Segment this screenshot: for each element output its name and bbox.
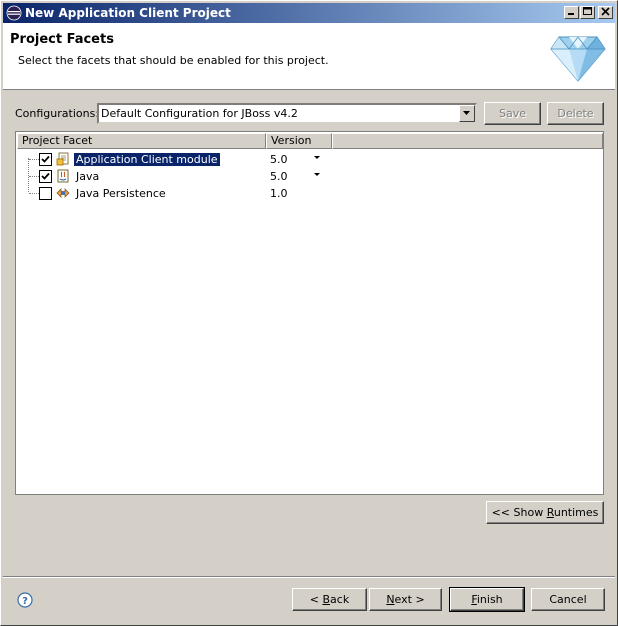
facet-version: 1.0: [270, 187, 288, 200]
facet-row[interactable]: Java Persistence 1.0: [16, 184, 603, 201]
show-runtimes-button[interactable]: << Show Runtimes: [486, 501, 604, 524]
facet-name: Java: [76, 170, 100, 183]
show-runtimes-mnemonic: R: [546, 506, 554, 519]
configurations-label: Configurations:: [15, 107, 100, 120]
facet-checkbox[interactable]: [39, 170, 52, 183]
tree-line: [29, 193, 39, 194]
back-label: <: [309, 593, 323, 606]
eclipse-icon: [6, 5, 22, 21]
help-icon[interactable]: ?: [17, 592, 33, 608]
next-mnemonic: N: [386, 593, 395, 606]
version-dropdown-icon[interactable]: [314, 156, 320, 160]
facet-gem-icon: [550, 36, 606, 82]
close-icon: [601, 7, 610, 16]
persistence-icon: [56, 188, 70, 198]
finish-button[interactable]: Finish: [449, 587, 525, 612]
delete-button[interactable]: Delete: [547, 102, 604, 125]
save-button[interactable]: Save: [484, 102, 541, 125]
facet-name: Application Client module: [73, 152, 221, 167]
facet-row[interactable]: Java 5.0: [16, 167, 603, 184]
title-bar[interactable]: New Application Client Project: [3, 3, 615, 23]
version-dropdown-icon[interactable]: [314, 173, 320, 177]
configurations-value: Default Configuration for JBoss v4.2: [101, 107, 298, 120]
column-header-facet[interactable]: Project Facet: [17, 133, 266, 149]
show-runtimes-label: << Show: [491, 506, 547, 519]
facet-version: 5.0: [270, 170, 288, 183]
checkmark-icon: [41, 172, 50, 180]
app-client-module-icon: [56, 152, 69, 166]
svg-text:?: ?: [22, 596, 28, 607]
tree-line: [29, 176, 39, 177]
page-description: Select the facets that should be enabled…: [18, 54, 329, 67]
page-title: Project Facets: [10, 32, 114, 47]
back-button[interactable]: < Back: [292, 588, 367, 611]
window-title: New Application Client Project: [25, 6, 231, 20]
java-icon: [57, 169, 69, 183]
checkmark-icon: [41, 155, 50, 163]
maximize-icon: [583, 7, 592, 15]
show-runtimes-label-rest: untimes: [553, 506, 599, 519]
facet-name: Java Persistence: [76, 187, 166, 200]
column-header-version[interactable]: Version: [266, 133, 332, 149]
configurations-combo[interactable]: Default Configuration for JBoss v4.2: [97, 103, 477, 124]
close-button[interactable]: [598, 6, 613, 19]
column-header-filler: [332, 133, 603, 149]
facet-row[interactable]: Application Client module 5.0: [16, 150, 603, 167]
maximize-button[interactable]: [580, 6, 595, 19]
back-mnemonic: B: [322, 593, 331, 606]
facet-version: 5.0: [270, 153, 288, 166]
chevron-down-icon: [463, 111, 470, 115]
minimize-button[interactable]: [564, 6, 579, 19]
finish-label-rest: inish: [476, 593, 503, 606]
facet-checkbox[interactable]: [39, 187, 52, 200]
facet-checkbox[interactable]: [39, 153, 52, 166]
tree-line: [29, 159, 39, 160]
next-button[interactable]: Next >: [369, 588, 442, 611]
back-label-rest: ack: [330, 593, 350, 606]
button-bar-separator: [3, 576, 615, 578]
minimize-icon: [568, 13, 574, 15]
cancel-button[interactable]: Cancel: [531, 588, 605, 611]
wizard-banner: Project Facets Select the facets that sh…: [3, 23, 615, 90]
combo-dropdown-button[interactable]: [459, 105, 475, 122]
next-label-rest: ext >: [394, 593, 425, 606]
dialog-window: New Application Client Project Project F…: [0, 0, 618, 626]
facets-table: Project Facet Version Application Client…: [15, 131, 604, 495]
